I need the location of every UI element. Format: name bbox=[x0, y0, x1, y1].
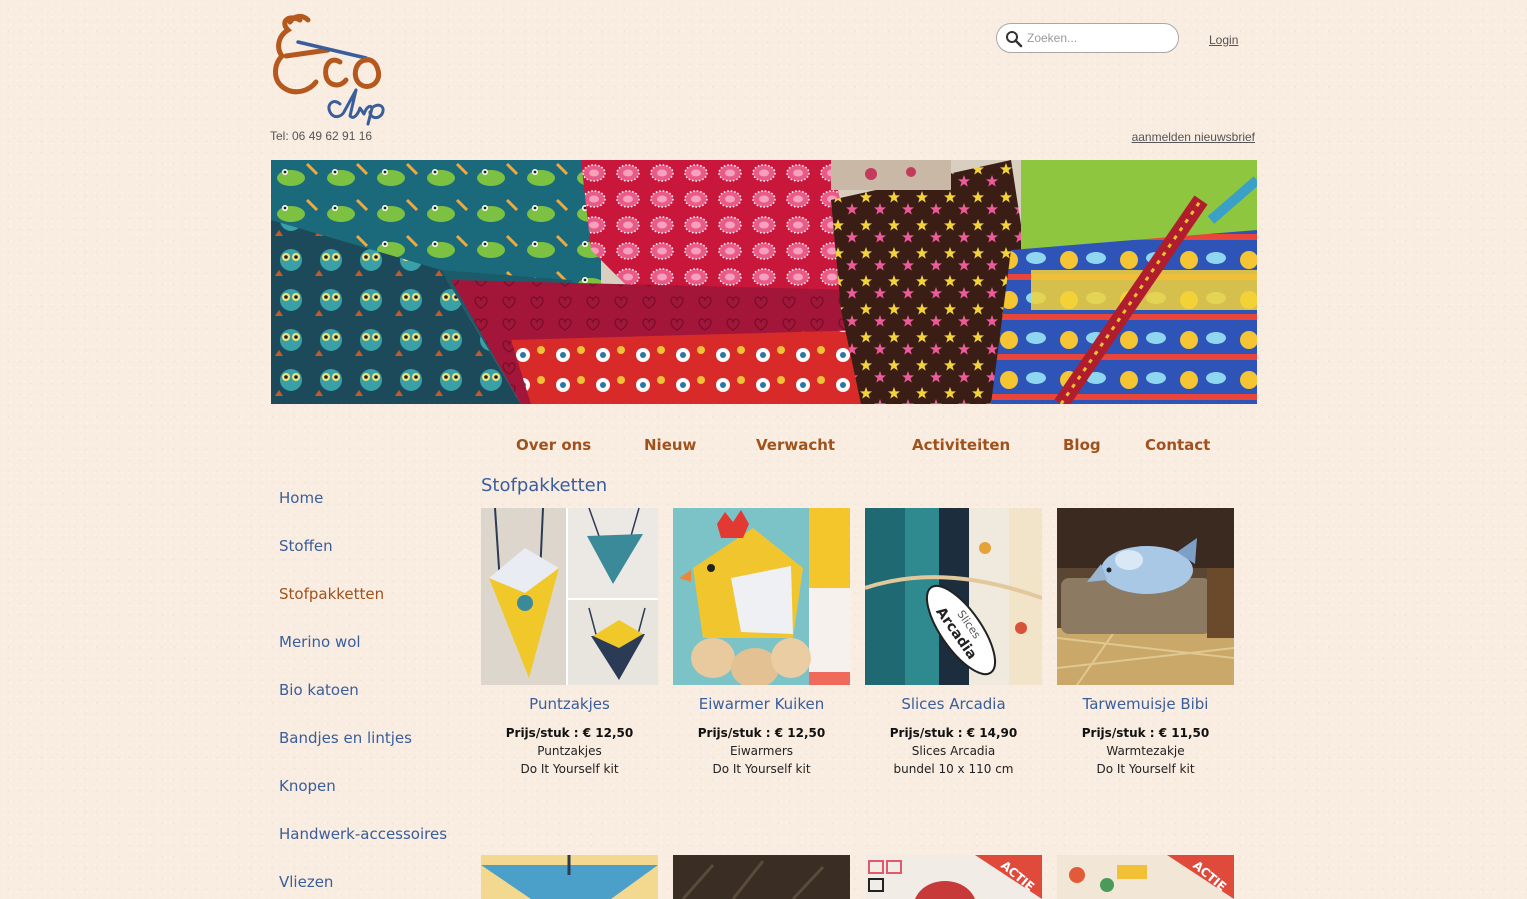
page-title: Stofpakketten bbox=[481, 475, 608, 496]
product-image-row2-4[interactable]: ACTIE bbox=[1057, 855, 1234, 899]
product-image-slices-arcadia[interactable]: Slices Arcadia bbox=[865, 508, 1042, 685]
product-price: Prijs/stuk : € 14,90 bbox=[889, 726, 1018, 740]
sidebar-item-handwerk-accessoires[interactable]: Handwerk-accessoires bbox=[279, 825, 447, 843]
sidebar-item-home[interactable]: Home bbox=[279, 489, 323, 507]
product-image-tarwemuisje-bibi[interactable] bbox=[1057, 508, 1234, 685]
product-card: Eiwarmer Kuiken Prijs/stuk : € 12,50 Eiw… bbox=[673, 508, 850, 776]
main-navigation: Over ons Nieuw Verwacht Activiteiten Blo… bbox=[0, 436, 1527, 456]
sidebar-item-bio-katoen[interactable]: Bio katoen bbox=[279, 681, 359, 699]
product-name[interactable]: Eiwarmer Kuiken bbox=[673, 695, 850, 713]
search-input[interactable] bbox=[1027, 28, 1167, 48]
nav-over-ons[interactable]: Over ons bbox=[516, 436, 591, 454]
product-card: Tarwemuisje Bibi Prijs/stuk : € 11,50 Wa… bbox=[1057, 508, 1234, 776]
product-description-line: Slices Arcadia bbox=[911, 744, 996, 758]
search-box[interactable] bbox=[996, 23, 1179, 53]
product-description-line: Warmtezakje bbox=[1106, 744, 1185, 758]
product-name[interactable]: Slices Arcadia bbox=[865, 695, 1042, 713]
nav-verwacht[interactable]: Verwacht bbox=[756, 436, 835, 454]
product-description-line: bundel 10 x 110 cm bbox=[893, 762, 1014, 776]
product-image-row2-1[interactable] bbox=[481, 855, 658, 899]
product-card: Puntzakjes Prijs/stuk : € 12,50 Puntzakj… bbox=[481, 508, 658, 776]
nav-nieuw[interactable]: Nieuw bbox=[644, 436, 696, 454]
product-card: Slices Arcadia Slices Arcadia Prijs/stuk… bbox=[865, 508, 1042, 776]
sidebar-item-stofpakketten[interactable]: Stofpakketten bbox=[279, 585, 384, 603]
product-description-line: Do It Yourself kit bbox=[520, 762, 619, 776]
product-description-line: Puntzakjes bbox=[537, 744, 602, 758]
product-price: Prijs/stuk : € 11,50 bbox=[1081, 726, 1210, 740]
nav-activiteiten[interactable]: Activiteiten bbox=[912, 436, 1010, 454]
hero-banner-fabrics bbox=[271, 160, 1257, 404]
nav-blog[interactable]: Blog bbox=[1063, 436, 1101, 454]
product-price: Prijs/stuk : € 12,50 bbox=[697, 726, 826, 740]
sidebar-item-stoffen[interactable]: Stoffen bbox=[279, 537, 333, 555]
product-description-line: Eiwarmers bbox=[729, 744, 794, 758]
product-price: Prijs/stuk : € 12,50 bbox=[505, 726, 634, 740]
product-image-row2-3[interactable]: ACTIE bbox=[865, 855, 1042, 899]
product-description-line: Do It Yourself kit bbox=[1096, 762, 1195, 776]
product-name[interactable]: Puntzakjes bbox=[481, 695, 658, 713]
product-image-eiwarmer-kuiken[interactable] bbox=[673, 508, 850, 685]
product-description-line: Do It Yourself kit bbox=[712, 762, 811, 776]
login-link[interactable]: Login bbox=[1209, 33, 1238, 47]
sidebar-item-merino-wol[interactable]: Merino wol bbox=[279, 633, 361, 651]
eco-clip-logo[interactable] bbox=[270, 12, 402, 128]
phone-number: Tel: 06 49 62 91 16 bbox=[270, 129, 373, 143]
sidebar-item-bandjes-en-lintjes[interactable]: Bandjes en lintjes bbox=[279, 729, 412, 747]
sidebar-item-knopen[interactable]: Knopen bbox=[279, 777, 336, 795]
nav-contact[interactable]: Contact bbox=[1145, 436, 1210, 454]
product-name[interactable]: Tarwemuisje Bibi bbox=[1057, 695, 1234, 713]
product-image-row2-2[interactable] bbox=[673, 855, 850, 899]
product-image-puntzakjes[interactable] bbox=[481, 508, 658, 685]
newsletter-signup-link[interactable]: aanmelden nieuwsbrief bbox=[1132, 130, 1255, 144]
sidebar-item-vliezen[interactable]: Vliezen bbox=[279, 873, 333, 891]
search-icon bbox=[1006, 31, 1023, 48]
